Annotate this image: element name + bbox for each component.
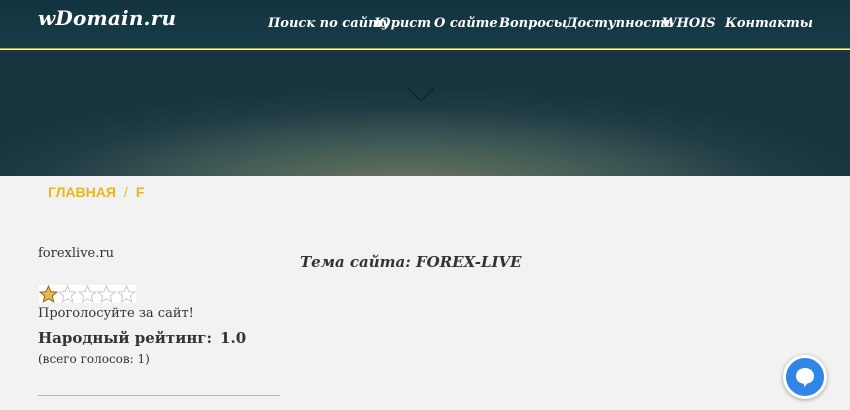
breadcrumb: ГЛАВНАЯ / F (48, 184, 144, 200)
nav-item-about[interactable]: О сайте (434, 16, 498, 31)
rating-label: Народный рейтинг: (38, 329, 213, 347)
breadcrumb-separator: / (123, 184, 128, 200)
hero-banner (0, 50, 850, 176)
nav-item-lawyer[interactable]: Юрист (374, 16, 431, 31)
star-empty-icon[interactable] (77, 285, 97, 303)
star-empty-icon[interactable] (97, 285, 117, 303)
star-empty-icon[interactable] (58, 285, 78, 303)
star-filled-icon[interactable] (39, 285, 58, 303)
site-header: wDomain.ru Поиск по сайту Юрист О сайте … (0, 0, 850, 49)
site-name: forexlive.ru (38, 246, 114, 261)
chat-bubble-icon (796, 368, 814, 387)
chat-button[interactable] (783, 355, 827, 399)
star-empty-icon[interactable] (116, 285, 136, 303)
nav-item-questions[interactable]: Вопросы (499, 16, 567, 31)
main-nav: Поиск по сайту Юрист О сайте Вопросы Дос… (0, 16, 850, 36)
rating-value: 1.0 (220, 329, 247, 347)
votes-count: (всего голосов: 1) (38, 352, 150, 366)
sidebar-divider (38, 395, 280, 396)
breadcrumb-current[interactable]: F (136, 184, 145, 200)
nav-item-contacts[interactable]: Контакты (725, 16, 813, 31)
nav-item-whois[interactable]: WHOIS (662, 16, 716, 31)
star-rating[interactable] (39, 285, 136, 303)
nav-item-availability[interactable]: Доступность (566, 16, 674, 31)
nav-item-search[interactable]: Поиск по сайту (268, 16, 390, 31)
rating-line: Народный рейтинг: 1.0 (38, 329, 246, 347)
chevron-down-icon[interactable] (407, 87, 435, 103)
site-theme: Тема сайта: FOREX-LIVE (300, 253, 522, 271)
breadcrumb-home[interactable]: ГЛАВНАЯ (48, 184, 116, 200)
vote-prompt: Проголосуйте за сайт! (38, 306, 194, 321)
